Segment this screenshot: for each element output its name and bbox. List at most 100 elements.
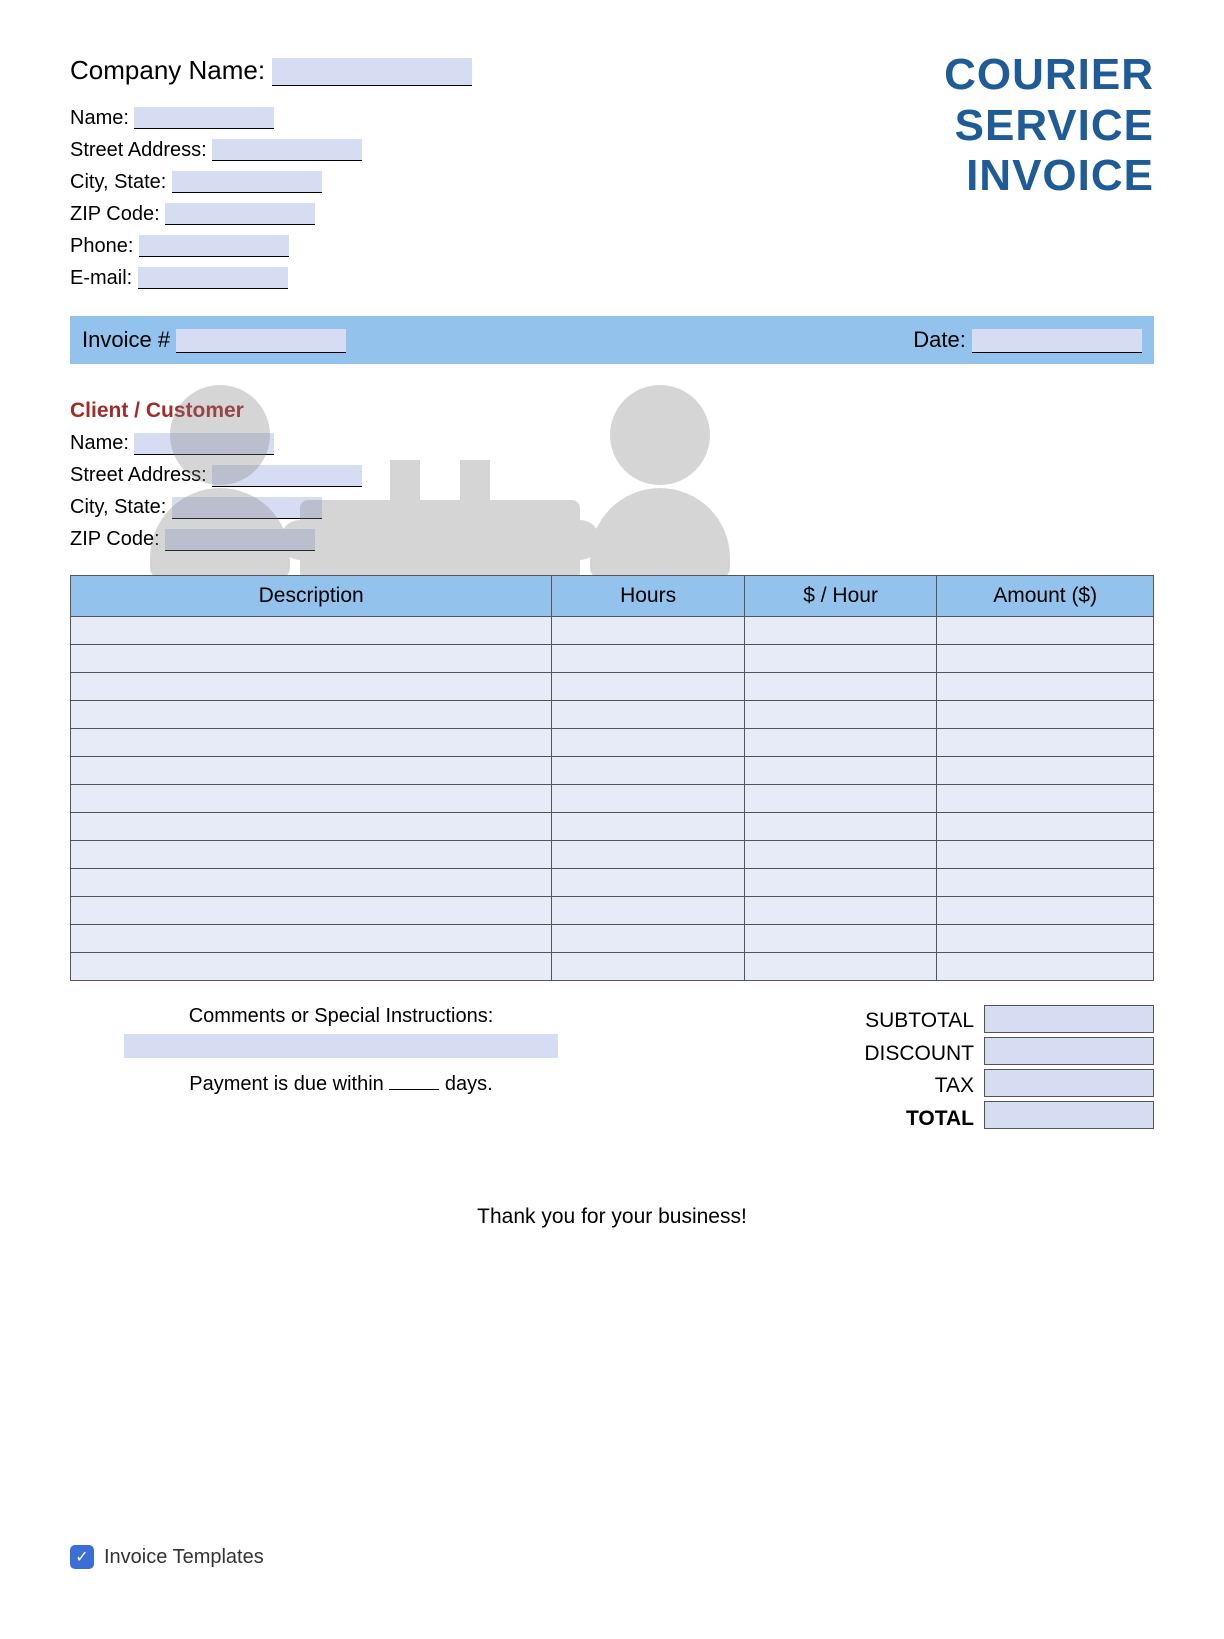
client-zip-input[interactable] xyxy=(165,529,315,551)
company-name-input[interactable] xyxy=(272,58,472,86)
table-cell[interactable] xyxy=(71,757,552,785)
company-city-label: City, State: xyxy=(70,166,166,198)
table-cell[interactable] xyxy=(937,953,1154,981)
client-zip-label: ZIP Code: xyxy=(70,523,160,555)
client-street-input[interactable] xyxy=(212,465,362,487)
table-cell[interactable] xyxy=(552,729,745,757)
line-items-table: Description Hours $ / Hour Amount ($) xyxy=(70,575,1154,981)
company-email-input[interactable] xyxy=(138,267,288,289)
table-cell[interactable] xyxy=(744,785,937,813)
table-row xyxy=(71,953,1154,981)
table-cell[interactable] xyxy=(71,925,552,953)
subtotal-label: SUBTOTAL xyxy=(864,1005,974,1038)
table-row xyxy=(71,729,1154,757)
company-person-name-input[interactable] xyxy=(134,107,274,129)
invoice-date-input[interactable] xyxy=(972,329,1142,353)
table-cell[interactable] xyxy=(71,841,552,869)
invoice-bar: Invoice # Date: xyxy=(70,316,1154,364)
table-cell[interactable] xyxy=(937,673,1154,701)
table-row xyxy=(71,869,1154,897)
table-cell[interactable] xyxy=(937,925,1154,953)
table-cell[interactable] xyxy=(744,897,937,925)
discount-value[interactable] xyxy=(984,1037,1154,1065)
title-line3: INVOICE xyxy=(944,151,1154,202)
table-cell[interactable] xyxy=(71,673,552,701)
client-city-input[interactable] xyxy=(172,497,322,519)
table-cell[interactable] xyxy=(552,897,745,925)
table-cell[interactable] xyxy=(744,925,937,953)
table-row xyxy=(71,785,1154,813)
comments-heading: Comments or Special Instructions: xyxy=(70,1005,612,1028)
table-cell[interactable] xyxy=(744,953,937,981)
table-cell[interactable] xyxy=(552,841,745,869)
table-cell[interactable] xyxy=(552,869,745,897)
table-row xyxy=(71,841,1154,869)
table-row xyxy=(71,673,1154,701)
company-street-label: Street Address: xyxy=(70,134,207,166)
table-cell[interactable] xyxy=(71,617,552,645)
client-name-input[interactable] xyxy=(134,433,274,455)
table-cell[interactable] xyxy=(937,757,1154,785)
table-cell[interactable] xyxy=(937,617,1154,645)
table-cell[interactable] xyxy=(937,841,1154,869)
table-cell[interactable] xyxy=(71,785,552,813)
table-cell[interactable] xyxy=(744,757,937,785)
table-cell[interactable] xyxy=(552,925,745,953)
table-cell[interactable] xyxy=(552,785,745,813)
table-cell[interactable] xyxy=(552,813,745,841)
table-cell[interactable] xyxy=(937,701,1154,729)
table-cell[interactable] xyxy=(744,729,937,757)
company-city-input[interactable] xyxy=(172,171,322,193)
table-cell[interactable] xyxy=(71,813,552,841)
footer-brand-label: Invoice Templates xyxy=(104,1546,264,1569)
table-cell[interactable] xyxy=(552,953,745,981)
invoice-number-label: Invoice # xyxy=(82,327,170,352)
table-cell[interactable] xyxy=(744,841,937,869)
table-cell[interactable] xyxy=(71,645,552,673)
company-phone-input[interactable] xyxy=(139,235,289,257)
comments-input[interactable] xyxy=(124,1034,558,1058)
table-cell[interactable] xyxy=(552,617,745,645)
table-cell[interactable] xyxy=(937,729,1154,757)
table-cell[interactable] xyxy=(744,617,937,645)
footer-brand: ✓ Invoice Templates xyxy=(70,1545,264,1569)
table-cell[interactable] xyxy=(937,813,1154,841)
table-cell[interactable] xyxy=(937,869,1154,897)
table-cell[interactable] xyxy=(71,869,552,897)
table-cell[interactable] xyxy=(552,673,745,701)
client-name-label: Name: xyxy=(70,427,129,459)
table-cell[interactable] xyxy=(937,645,1154,673)
table-cell[interactable] xyxy=(744,813,937,841)
subtotal-value[interactable] xyxy=(984,1005,1154,1033)
title-line1: COURIER xyxy=(944,50,1154,101)
table-cell[interactable] xyxy=(937,785,1154,813)
table-cell[interactable] xyxy=(744,869,937,897)
table-cell[interactable] xyxy=(71,953,552,981)
tax-label: TAX xyxy=(864,1070,974,1103)
comments-block: Comments or Special Instructions: Paymen… xyxy=(70,1005,612,1135)
table-cell[interactable] xyxy=(552,757,745,785)
table-cell[interactable] xyxy=(744,645,937,673)
table-cell[interactable] xyxy=(744,701,937,729)
table-cell[interactable] xyxy=(552,701,745,729)
invoice-date-label: Date: xyxy=(913,327,966,352)
total-value[interactable] xyxy=(984,1101,1154,1129)
company-phone-label: Phone: xyxy=(70,230,133,262)
table-row xyxy=(71,897,1154,925)
company-street-input[interactable] xyxy=(212,139,362,161)
payment-days-input[interactable] xyxy=(389,1068,439,1090)
table-cell[interactable] xyxy=(71,701,552,729)
table-cell[interactable] xyxy=(744,673,937,701)
company-zip-input[interactable] xyxy=(165,203,315,225)
table-row xyxy=(71,645,1154,673)
table-cell[interactable] xyxy=(71,729,552,757)
table-row xyxy=(71,617,1154,645)
table-cell[interactable] xyxy=(937,897,1154,925)
company-person-name-label: Name: xyxy=(70,102,129,134)
col-rate: $ / Hour xyxy=(744,576,937,617)
table-cell[interactable] xyxy=(71,897,552,925)
tax-value[interactable] xyxy=(984,1069,1154,1097)
table-row xyxy=(71,813,1154,841)
invoice-number-input[interactable] xyxy=(176,329,346,353)
table-cell[interactable] xyxy=(552,645,745,673)
